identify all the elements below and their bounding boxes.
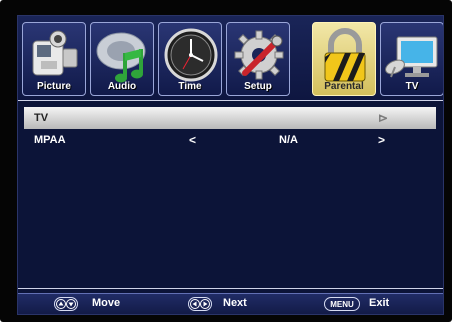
tab-bar: Picture Audio Time Setup Parental TV: [18, 16, 443, 100]
tv-osd-screen: Picture Audio Time Setup Parental TV TV …: [17, 15, 444, 315]
tab-label: TV: [405, 81, 419, 92]
divider-top: [18, 100, 443, 101]
divider-bottom: [18, 288, 443, 289]
right-arrow-icon[interactable]: >: [378, 133, 385, 147]
tab-label: Setup: [244, 81, 272, 92]
left-arrow-icon[interactable]: <: [189, 133, 196, 147]
menu-row-mpaa[interactable]: MPAA < N/A >: [24, 129, 436, 151]
menu-key-icon: MENU: [324, 297, 360, 311]
tab-picture[interactable]: Picture: [22, 22, 86, 96]
tab-label: Time: [178, 81, 202, 92]
tab-tv[interactable]: TV: [380, 22, 443, 96]
menu-row-tv[interactable]: TV ⊳: [24, 107, 436, 129]
left-right-keys-icon: [188, 297, 212, 311]
mpaa-value: N/A: [279, 134, 298, 146]
tab-time[interactable]: Time: [158, 22, 222, 96]
hint-bar: Move Next MENU Exit: [18, 293, 443, 314]
exit-hint: Exit: [369, 297, 390, 309]
up-down-keys-icon: [54, 297, 78, 311]
tab-label: Parental: [324, 81, 364, 92]
menu-row-label: TV: [34, 112, 49, 124]
tab-audio[interactable]: Audio: [90, 22, 154, 96]
next-hint: Next: [223, 297, 247, 309]
right-arrow-icon[interactable]: ⊳: [378, 111, 388, 125]
menu-row-label: MPAA: [34, 134, 66, 146]
tab-parental[interactable]: Parental: [312, 22, 376, 96]
tab-setup[interactable]: Setup: [226, 22, 290, 96]
move-hint: Move: [92, 297, 121, 309]
tab-label: Picture: [37, 81, 71, 92]
tab-label: Audio: [107, 81, 137, 92]
